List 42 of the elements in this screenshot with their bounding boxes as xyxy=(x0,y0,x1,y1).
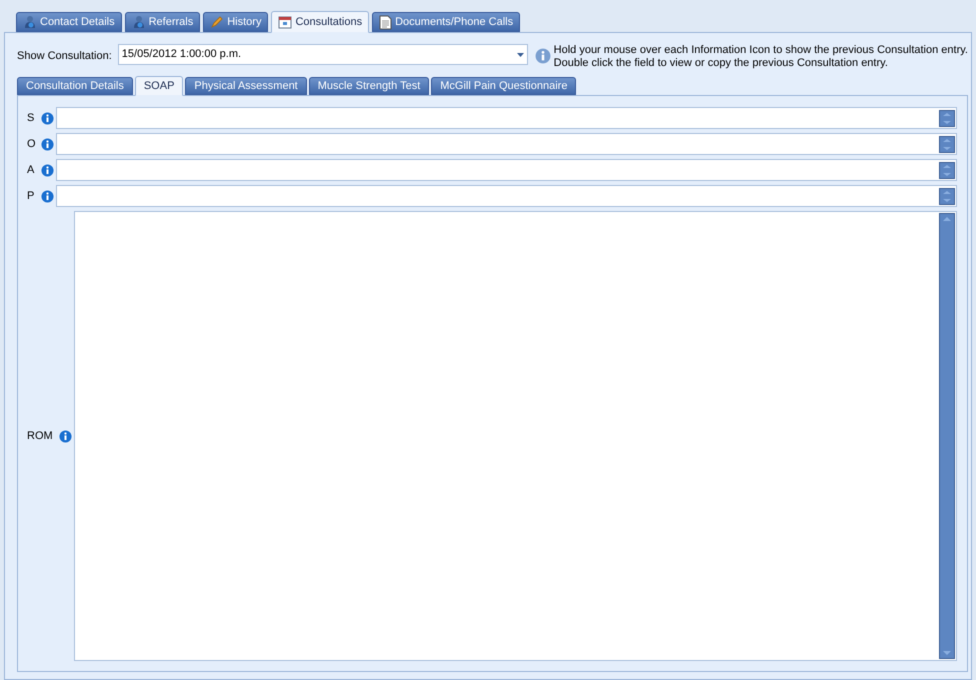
info-icon xyxy=(41,190,54,202)
field-label: O xyxy=(27,136,37,152)
field-label: Show Consultation: xyxy=(17,49,112,64)
field-label: S xyxy=(27,110,36,126)
tab[interactable]: History xyxy=(203,12,268,32)
scroll-down-arrow-icon[interactable] xyxy=(943,651,951,655)
scroll-up-arrow-icon[interactable] xyxy=(943,217,951,221)
document-icon xyxy=(379,14,392,30)
spin-buttons[interactable] xyxy=(939,162,955,178)
text-field[interactable] xyxy=(56,107,957,129)
info-icon xyxy=(41,112,54,124)
tab[interactable]: Physical Assessment xyxy=(185,77,307,95)
field-label: A xyxy=(27,162,36,178)
field-label: ROM xyxy=(27,428,53,444)
text-field[interactable] xyxy=(56,185,957,207)
tab[interactable]: Referrals xyxy=(124,12,200,32)
tab[interactable]: Consultation Details xyxy=(17,77,133,95)
spin-buttons[interactable] xyxy=(939,136,955,152)
spin-buttons[interactable] xyxy=(939,188,955,204)
tab[interactable]: SOAP xyxy=(134,76,184,96)
calendar-icon xyxy=(278,15,292,29)
tab[interactable]: Muscle Strength Test xyxy=(308,77,430,95)
field-label: P xyxy=(27,188,36,204)
text-area[interactable] xyxy=(74,211,957,661)
tab[interactable]: Documents/Phone Calls xyxy=(372,12,520,32)
person-icon xyxy=(23,15,37,29)
text-field[interactable] xyxy=(56,133,957,155)
person-icon xyxy=(132,15,146,29)
pencil-icon xyxy=(210,15,224,29)
dropdown-caret-icon xyxy=(516,52,524,56)
info-text: Hold your mouse over each Information Icon to show the previous Consultation entry. Double click the field to view or copy the previous Consultation entry. xyxy=(554,44,968,70)
info-icon xyxy=(534,48,551,64)
consultation-dropdown[interactable]: 15/05/2012 1:00:00 p.m. xyxy=(118,44,528,65)
scrollbar[interactable] xyxy=(939,213,955,659)
text-field[interactable] xyxy=(56,159,957,181)
tab[interactable]: Consultations xyxy=(271,11,370,33)
info-icon xyxy=(41,138,54,150)
tab[interactable]: Contact Details xyxy=(16,12,122,32)
info-icon xyxy=(58,430,72,442)
info-icon xyxy=(41,164,54,176)
spin-buttons[interactable] xyxy=(939,110,955,126)
tab[interactable]: McGill Pain Questionnaire xyxy=(431,77,576,95)
